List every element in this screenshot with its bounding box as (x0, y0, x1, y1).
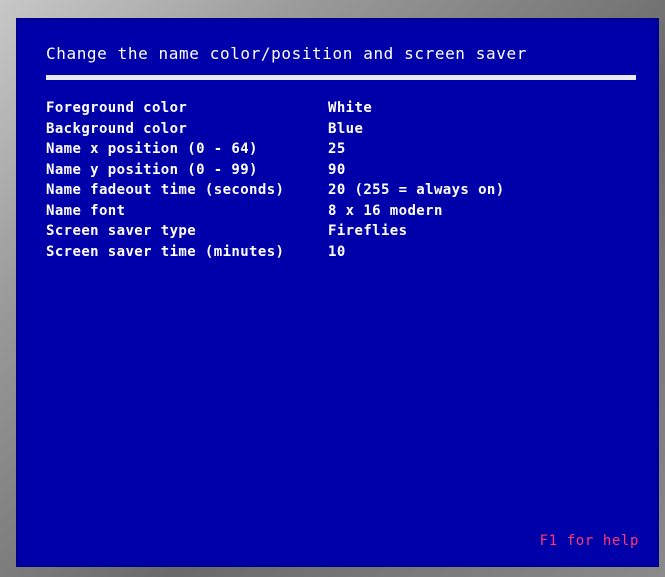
setting-label: Screen saver time (minutes) (46, 243, 285, 260)
setting-row-name-y-position[interactable]: Name y position (0 - 99) 90 (46, 160, 505, 181)
setting-label: Name fadeout time (seconds) (46, 182, 285, 199)
setting-label: Foreground color (46, 100, 188, 117)
setting-row-name-x-position[interactable]: Name x position (0 - 64) 25 (46, 139, 505, 160)
setting-value[interactable]: 90 (328, 162, 346, 178)
help-hint: F1 for help (539, 533, 639, 549)
setting-value[interactable]: Blue (328, 121, 363, 137)
setting-label: Screen saver type (46, 223, 197, 240)
screen-title: Change the name color/position and scree… (46, 44, 527, 63)
setting-value[interactable]: 25 (328, 141, 346, 157)
setting-row-name-fadeout-time[interactable]: Name fadeout time (seconds) 20 (255 = al… (46, 180, 505, 201)
setting-value[interactable]: 8 x 16 modern (328, 203, 443, 219)
setting-value[interactable]: Fireflies (328, 223, 407, 239)
setting-label: Background color (46, 120, 188, 137)
title-divider (46, 75, 636, 80)
setting-row-screen-saver-time[interactable]: Screen saver time (minutes) 10 (46, 242, 505, 263)
setting-row-name-font[interactable]: Name font 8 x 16 modern (46, 201, 505, 222)
setting-row-foreground-color[interactable]: Foreground color White (46, 98, 505, 119)
setting-value[interactable]: White (328, 100, 372, 116)
monitor-bezel: Change the name color/position and scree… (0, 0, 665, 577)
setting-value[interactable]: 10 (328, 244, 346, 260)
setting-label: Name font (46, 202, 126, 219)
setting-label: Name x position (0 - 64) (46, 141, 258, 158)
setting-value[interactable]: 20 (255 = always on) (328, 182, 505, 198)
setting-row-screen-saver-type[interactable]: Screen saver type Fireflies (46, 221, 505, 242)
setting-row-background-color[interactable]: Background color Blue (46, 119, 505, 140)
settings-screen: Change the name color/position and scree… (16, 18, 659, 567)
setting-label: Name y position (0 - 99) (46, 161, 258, 178)
settings-list: Foreground color White Background color … (46, 98, 505, 262)
